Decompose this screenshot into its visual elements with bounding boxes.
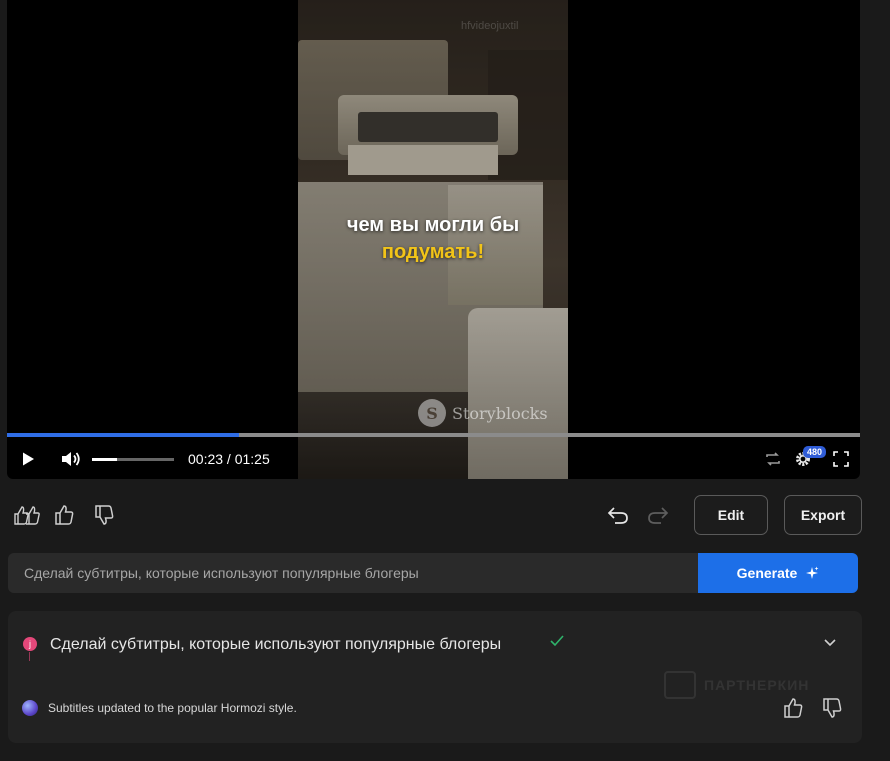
subtitle-caption: чем вы могли бы подумать! — [298, 212, 568, 265]
partnerkin-logo-icon — [664, 671, 696, 699]
reply-thumbs-up-button[interactable] — [783, 697, 805, 719]
generate-label: Generate — [736, 565, 798, 581]
prompt-input[interactable] — [8, 553, 698, 593]
partnerkin-watermark: ПАРТНЕРКИН — [664, 671, 809, 699]
loop-button[interactable] — [763, 449, 783, 469]
volume-icon — [62, 452, 80, 466]
volume-slider[interactable] — [92, 458, 174, 461]
double-thumbs-up-icon — [14, 506, 40, 525]
fullscreen-button[interactable] — [831, 449, 851, 469]
prompt-input-container — [8, 553, 698, 593]
sparkle-icon — [806, 566, 819, 579]
redo-icon — [648, 507, 669, 524]
export-button[interactable]: Export — [784, 495, 862, 535]
time-separator: / — [223, 451, 235, 467]
thumbs-down-icon — [823, 698, 842, 718]
time-current: 00:23 — [188, 451, 224, 467]
time-total: 01:25 — [234, 451, 270, 467]
user-avatar: j — [23, 637, 37, 651]
history-card: j Сделай субтитры, которые используют по… — [8, 611, 862, 743]
chevron-down-icon — [824, 639, 836, 647]
volume-slider-fill — [92, 458, 117, 461]
caption-line-2-highlight: подумать! — [381, 241, 485, 263]
user-avatar-connector — [29, 652, 30, 661]
storyblocks-logo-icon: S — [418, 399, 446, 427]
thumbs-up-button[interactable] — [54, 503, 76, 527]
edit-button[interactable]: Edit — [694, 495, 768, 535]
thumbs-up-icon — [784, 698, 803, 718]
play-button[interactable] — [17, 448, 39, 470]
video-player[interactable]: hfvideojuxtil чем вы могли бы подумать! … — [7, 0, 860, 479]
history-prompt-text: Сделай субтитры, которые используют попу… — [50, 636, 502, 653]
video-progress-bar[interactable] — [7, 433, 860, 437]
double-thumbs-up-button[interactable] — [13, 503, 41, 527]
undo-button[interactable] — [606, 504, 630, 526]
video-top-watermark: hfvideojuxtil — [461, 20, 519, 32]
check-icon — [550, 635, 564, 647]
volume-button[interactable] — [59, 448, 83, 470]
quality-badge: 480 — [803, 446, 827, 458]
video-frame[interactable]: hfvideojuxtil чем вы могли бы подумать! … — [298, 0, 568, 479]
ai-reply-text: Subtitles updated to the popular Hormozi… — [48, 701, 297, 715]
undo-icon — [607, 507, 628, 524]
redo-button[interactable] — [646, 504, 670, 526]
caption-line-1: чем вы могли бы — [346, 214, 520, 236]
thumbs-down-button[interactable] — [94, 503, 116, 527]
partnerkin-label: ПАРТНЕРКИН — [704, 677, 810, 693]
ai-avatar-icon — [22, 700, 38, 716]
play-icon — [23, 452, 34, 466]
loop-icon — [766, 452, 780, 466]
player-controls: 00:23 / 01:25 480 — [7, 442, 860, 476]
expand-toggle[interactable] — [820, 633, 840, 653]
reply-thumbs-down-button[interactable] — [822, 697, 844, 719]
thumbs-up-icon — [55, 505, 74, 525]
storyblocks-label: Storyblocks — [452, 403, 548, 423]
time-readout: 00:23 / 01:25 — [188, 451, 270, 467]
storyblocks-watermark: S Storyblocks — [418, 399, 548, 427]
generate-button[interactable]: Generate — [698, 553, 858, 593]
video-progress-fill — [7, 433, 240, 437]
thumbs-down-icon — [95, 505, 114, 525]
fullscreen-icon — [833, 451, 849, 467]
